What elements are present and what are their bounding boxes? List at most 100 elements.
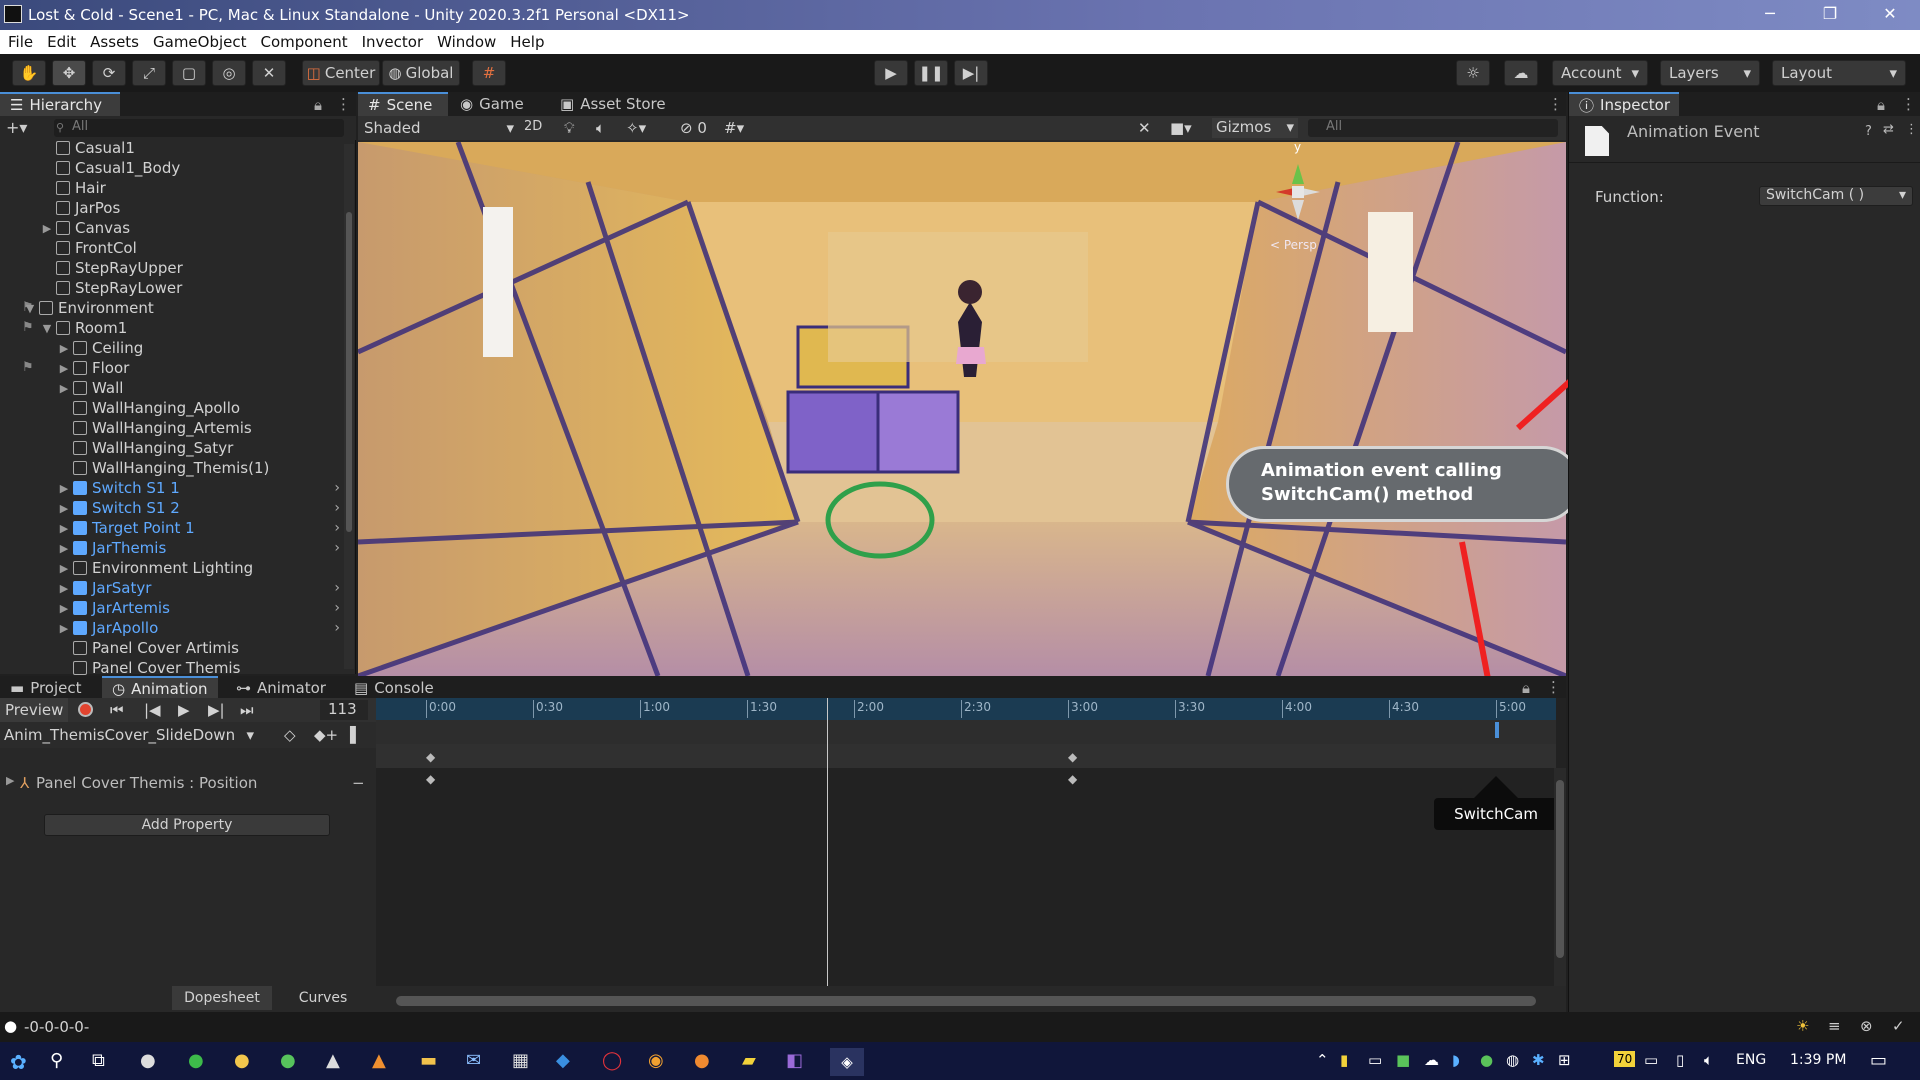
keyframe-marker[interactable]: ◆ (1068, 772, 1077, 786)
bottom-tabs: ▬ Project ◷ Animation ⊶ Animator ▤ Console 🔒… (0, 676, 1566, 700)
layers-status-icon[interactable]: ≡ (1828, 1017, 1841, 1035)
whatsapp-icon[interactable]: ● (1480, 1051, 1493, 1069)
clip-dropdown[interactable]: Anim_ThemisCover_SlideDown ▾ (4, 726, 254, 744)
add-event-icon[interactable]: ▌ (350, 726, 362, 744)
windows-taskbar: ✿ ⚲ ⧉ ● ● ● ● ▲ ▲ ▬ ✉ ▦ ◆ ◯ ◉ ● ▰ ◧ ◈ ⌃ … (0, 1042, 1920, 1080)
event-lane[interactable] (376, 720, 1556, 744)
tab-animation[interactable]: ◷ Animation (102, 676, 218, 700)
bluetooth-icon[interactable]: ✱ (1532, 1051, 1545, 1069)
playhead[interactable] (827, 698, 828, 986)
clock[interactable]: 1:39 PM (1790, 1052, 1846, 1068)
tab-animator[interactable]: ⊶ Animator (226, 676, 336, 700)
help-icon[interactable]: ? (1865, 124, 1872, 139)
console-icon: ▤ (354, 679, 369, 697)
tab-console[interactable]: ▤ Console (344, 676, 444, 700)
clip-row: Anim_ThemisCover_SlideDown ▾ ◇ ◆+ ▌ (0, 722, 376, 748)
play-animation-button[interactable]: ▶ (178, 701, 190, 719)
preview-button[interactable]: Preview (0, 698, 68, 722)
timeline-area[interactable]: 0:00 0:30 1:00 1:30 2:00 2:30 3:00 3:30 4:00 4:30… (376, 698, 1566, 986)
animation-event-marker[interactable] (1495, 722, 1499, 738)
tray-icon[interactable]: ⊞ (1558, 1051, 1571, 1069)
tray-icon[interactable]: ◍ (1506, 1051, 1519, 1069)
app-icon[interactable]: ● (234, 1050, 250, 1071)
info-icon: ● (4, 1017, 18, 1035)
app-icon[interactable]: ● (140, 1050, 156, 1071)
search-icon[interactable]: ⚲ (50, 1050, 63, 1071)
folder-icon: ▬ (10, 679, 25, 697)
remove-property-icon[interactable]: − (352, 774, 365, 792)
horizontal-scrollbar[interactable] (376, 994, 1556, 1008)
start-icon[interactable]: ✿ (10, 1050, 27, 1074)
app-icon[interactable]: ◉ (648, 1050, 664, 1071)
frame-field[interactable]: 113 (320, 700, 368, 720)
auto-generate-lighting-icon[interactable]: ☀ (1796, 1017, 1809, 1035)
next-key-button[interactable]: ▶| (208, 701, 225, 719)
add-property-button[interactable]: Add Property (44, 814, 330, 836)
prev-key-button[interactable]: |◀ (144, 701, 161, 719)
add-keyframe-icon[interactable]: ◇ (284, 726, 296, 744)
task-view-icon[interactable]: ⧉ (92, 1050, 105, 1071)
inspector-object-title: Animation Event (1627, 122, 1760, 141)
tooltip-arrow (1474, 776, 1518, 798)
notification-icon[interactable]: ▭ (1870, 1050, 1887, 1071)
vertical-scrollbar[interactable] (1554, 768, 1566, 986)
opera-icon[interactable]: ◯ (602, 1050, 622, 1071)
app-icon[interactable]: ▦ (512, 1050, 529, 1071)
tray-icon[interactable]: ▭ (1368, 1051, 1382, 1069)
preset-icon[interactable]: ⇄ (1883, 122, 1894, 137)
check-icon[interactable]: ✓ (1892, 1017, 1905, 1035)
debug-icon[interactable]: ⊗ (1860, 1017, 1873, 1035)
app-icon[interactable]: ● (280, 1050, 296, 1071)
tray-icon[interactable]: ☁ (1424, 1051, 1439, 1069)
last-key-button[interactable]: ⏭ (240, 701, 254, 719)
lock-icon[interactable]: 🔒︎ (1522, 679, 1530, 697)
temperature-badge[interactable]: 70 (1614, 1051, 1636, 1067)
volume-icon[interactable]: 🔈︎ (1704, 1051, 1713, 1069)
firefox-icon[interactable]: ● (694, 1050, 710, 1071)
tray-icon[interactable]: ◗ (1452, 1051, 1460, 1069)
unity-taskbar-icon[interactable]: ◈ (830, 1048, 864, 1076)
app-icon[interactable]: ◆ (556, 1050, 570, 1071)
tab-project[interactable]: ▬ Project (0, 676, 96, 700)
keyframe-marker[interactable]: ◆ (426, 750, 435, 764)
expand-arrow-icon[interactable]: ▶ (6, 774, 14, 787)
tray-icon[interactable]: ■ (1396, 1051, 1410, 1069)
visual-studio-icon[interactable]: ◧ (786, 1050, 803, 1071)
first-key-button[interactable]: ⏮ (110, 701, 124, 719)
battery-icon[interactable]: ▯ (1676, 1051, 1684, 1069)
record-button[interactable] (78, 702, 93, 717)
property-row[interactable]: ▶ ⅄ Panel Cover Themis : Position − (0, 772, 370, 794)
time-tick-label: 2:30 (961, 700, 991, 718)
vlc-icon[interactable]: ▲ (372, 1050, 386, 1071)
dopesheet-button[interactable]: Dopesheet (172, 986, 272, 1010)
divider (1569, 162, 1920, 163)
transform-icon: ⅄ (20, 774, 30, 792)
settings-menu-icon[interactable]: ⋮ (1905, 122, 1918, 137)
time-ruler[interactable]: 0:00 0:30 1:00 1:30 2:00 2:30 3:00 3:30 4:00 4:30… (376, 698, 1556, 720)
app-icon[interactable]: ▰ (742, 1050, 756, 1071)
kebab-menu-icon[interactable]: ⋮ (1901, 95, 1916, 113)
function-label: Function: (1595, 188, 1664, 206)
add-key-plus-icon[interactable]: ◆+ (314, 726, 338, 744)
lock-app-icon[interactable]: ▲ (326, 1050, 340, 1071)
chevron-up-icon[interactable]: ⌃ (1316, 1051, 1329, 1069)
app-icon[interactable]: ✉ (466, 1050, 481, 1071)
time-tick-label: 1:30 (747, 700, 777, 718)
status-bar: ● -0-0-0-0- ☀ ≡ ⊗ ✓ (0, 1012, 1920, 1042)
language-indicator[interactable]: ENG (1736, 1052, 1766, 1068)
time-tick-label: 0:30 (533, 700, 563, 718)
kebab-menu-icon[interactable]: ⋮ (1546, 678, 1561, 696)
keyframe-marker[interactable]: ◆ (1068, 750, 1077, 764)
dropdown-arrow-icon: ▾ (1898, 187, 1906, 203)
lock-icon[interactable]: 🔒︎ (1877, 96, 1885, 114)
inspector-panel: ⓘ Inspector 🔒︎ ⋮ Animation Event ? ⇄ ⋮ Fu… (1568, 92, 1920, 1012)
tray-icon[interactable]: ▮ (1340, 1051, 1348, 1069)
time-tick-label: 4:00 (1282, 700, 1312, 718)
curves-button[interactable]: Curves (274, 986, 372, 1010)
function-dropdown[interactable]: SwitchCam ( ) ▾ (1759, 186, 1913, 206)
network-icon[interactable]: ▭ (1644, 1051, 1658, 1069)
keyframe-marker[interactable]: ◆ (426, 772, 435, 786)
file-explorer-icon[interactable]: ▬ (420, 1050, 437, 1071)
app-icon[interactable]: ● (188, 1050, 204, 1071)
tab-inspector[interactable]: ⓘ Inspector (1569, 92, 1679, 116)
